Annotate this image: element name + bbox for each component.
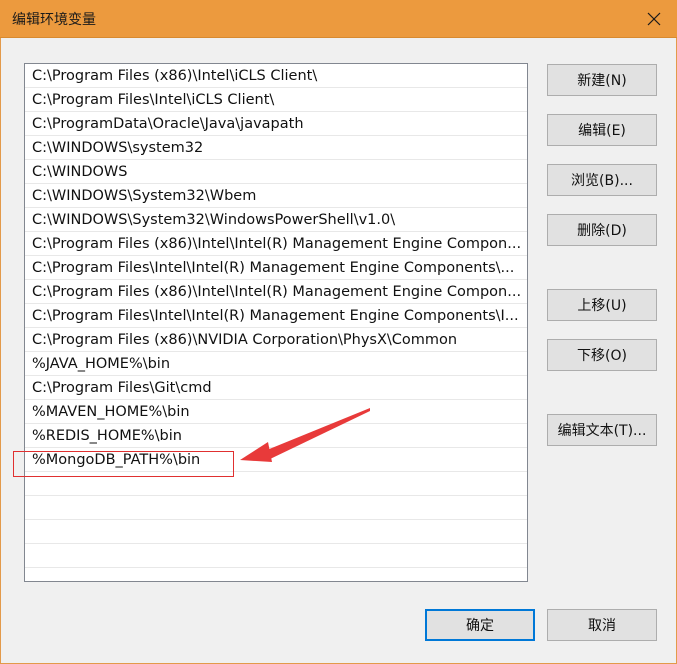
move-up-button[interactable]: 上移(U)	[547, 289, 657, 321]
empty-list-row	[25, 472, 527, 496]
new-button[interactable]: 新建(N)	[547, 64, 657, 96]
edit-text-button[interactable]: 编辑文本(T)...	[547, 414, 657, 446]
list-item[interactable]: C:\WINDOWS\System32\WindowsPowerShell\v1…	[25, 208, 527, 232]
list-item[interactable]: C:\WINDOWS\System32\Wbem	[25, 184, 527, 208]
path-list[interactable]: C:\Program Files (x86)\Intel\iCLS Client…	[24, 63, 528, 582]
list-item[interactable]: C:\Program Files\Intel\iCLS Client\	[25, 88, 527, 112]
close-button[interactable]	[631, 0, 677, 38]
title-bar: 编辑环境变量	[0, 0, 677, 38]
list-item[interactable]: C:\Program Files (x86)\NVIDIA Corporatio…	[25, 328, 527, 352]
ok-button[interactable]: 确定	[425, 609, 535, 641]
list-item[interactable]: %MAVEN_HOME%\bin	[25, 400, 527, 424]
move-down-button[interactable]: 下移(O)	[547, 339, 657, 371]
list-item[interactable]: C:\Program Files (x86)\Intel\Intel(R) Ma…	[25, 280, 527, 304]
empty-list-row	[25, 496, 527, 520]
close-icon	[647, 12, 661, 26]
browse-button[interactable]: 浏览(B)...	[547, 164, 657, 196]
edit-button[interactable]: 编辑(E)	[547, 114, 657, 146]
list-item[interactable]: C:\Program Files (x86)\Intel\iCLS Client…	[25, 64, 527, 88]
list-item[interactable]: %REDIS_HOME%\bin	[25, 424, 527, 448]
list-item[interactable]: C:\WINDOWS	[25, 160, 527, 184]
list-item[interactable]: C:\WINDOWS\system32	[25, 136, 527, 160]
empty-list-row	[25, 544, 527, 568]
empty-list-row	[25, 568, 527, 581]
window-title: 编辑环境变量	[12, 12, 96, 28]
cancel-button[interactable]: 取消	[547, 609, 657, 641]
delete-button[interactable]: 删除(D)	[547, 214, 657, 246]
list-item[interactable]: C:\Program Files\Git\cmd	[25, 376, 527, 400]
list-item[interactable]: %MongoDB_PATH%\bin	[25, 448, 527, 472]
empty-list-row	[25, 520, 527, 544]
list-item[interactable]: C:\Program Files\Intel\Intel(R) Manageme…	[25, 304, 527, 328]
list-item[interactable]: C:\Program Files\Intel\Intel(R) Manageme…	[25, 256, 527, 280]
list-item[interactable]: C:\Program Files (x86)\Intel\Intel(R) Ma…	[25, 232, 527, 256]
list-item[interactable]: %JAVA_HOME%\bin	[25, 352, 527, 376]
list-item[interactable]: C:\ProgramData\Oracle\Java\javapath	[25, 112, 527, 136]
